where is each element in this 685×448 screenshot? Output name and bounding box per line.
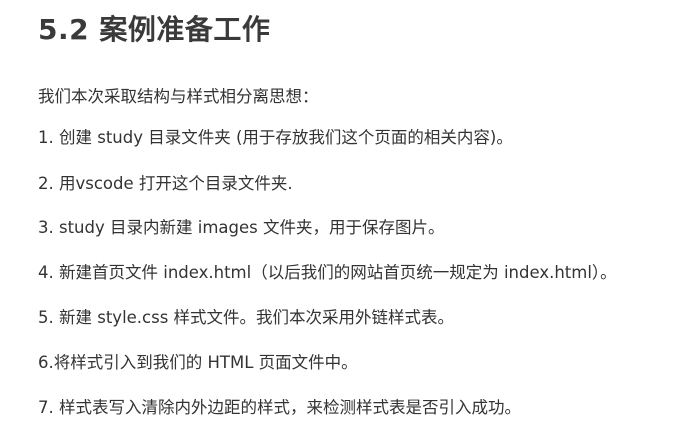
step-4: 4. 新建首页文件 index.html（以后我们的网站首页统一规定为 inde… [38,263,617,282]
step-5: 5. 新建 style.css 样式文件。我们本次采用外链样式表。 [38,308,455,327]
step-7: 7. 样式表写入清除内外边距的样式，来检测样式表是否引入成功。 [38,398,521,417]
intro-text: 我们本次采取结构与样式相分离思想： [38,87,319,106]
step-6: 6.将样式引入到我们的 HTML 页面文件中。 [38,353,358,372]
step-2: 2. 用vscode 打开这个目录文件夹. [38,174,293,193]
step-3: 3. study 目录内新建 images 文件夹，用于保存图片。 [38,218,445,237]
document-page: 5.2 案例准备工作 我们本次采取结构与样式相分离思想： 1. 创建 study… [0,0,685,448]
step-1: 1. 创建 study 目录文件夹 (用于存放我们这个页面的相关内容)。 [38,128,513,147]
section-heading: 5.2 案例准备工作 [38,13,271,46]
